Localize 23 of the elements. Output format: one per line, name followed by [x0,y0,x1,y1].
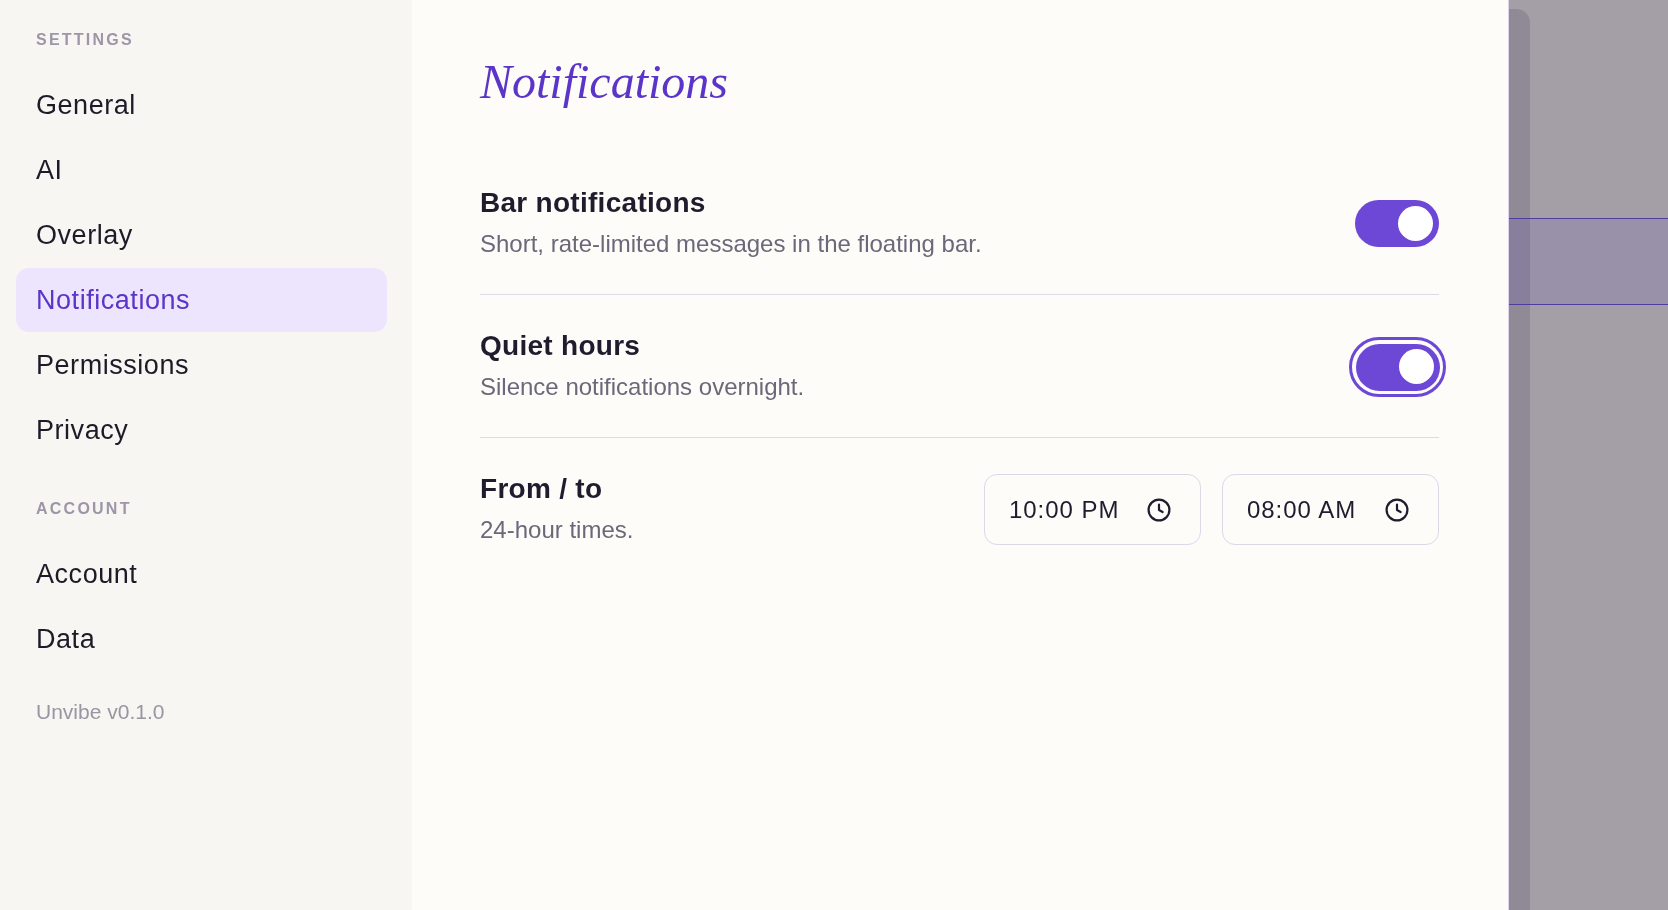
sidebar-item[interactable]: AI [16,138,387,202]
page-title: Notifications [480,54,728,110]
sidebar-item[interactable]: Account [16,542,387,606]
toggle-switch[interactable] [1355,200,1439,247]
sidebar-item[interactable]: Data [16,607,387,671]
sidebar-item[interactable]: Permissions [16,333,387,397]
setting-description: Short, rate-limited messages in the floating bar. [480,229,982,259]
setting-title: From / to [480,472,603,506]
version-label: Unvibe v0.1.0 [36,699,165,725]
sidebar-item[interactable]: General [16,73,387,137]
section-heading: SETTINGS [36,30,134,50]
sidebar-item[interactable]: Notifications [16,268,387,332]
clock-icon [1147,497,1171,522]
setting-title: Bar notifications [480,186,706,220]
setting-title: Quiet hours [480,329,641,363]
clock-icon [1385,497,1409,522]
time-field[interactable]: 08:00 AM [1222,474,1439,545]
setting-description: Silence notifications overnight. [480,372,805,402]
sidebar-item[interactable]: Overlay [16,203,387,267]
time-field[interactable]: 10:00 PM [984,474,1201,545]
sidebar-item[interactable]: Privacy [16,398,387,462]
setting-description: 24-hour times. [480,515,634,545]
section-heading: ACCOUNT [36,499,132,519]
